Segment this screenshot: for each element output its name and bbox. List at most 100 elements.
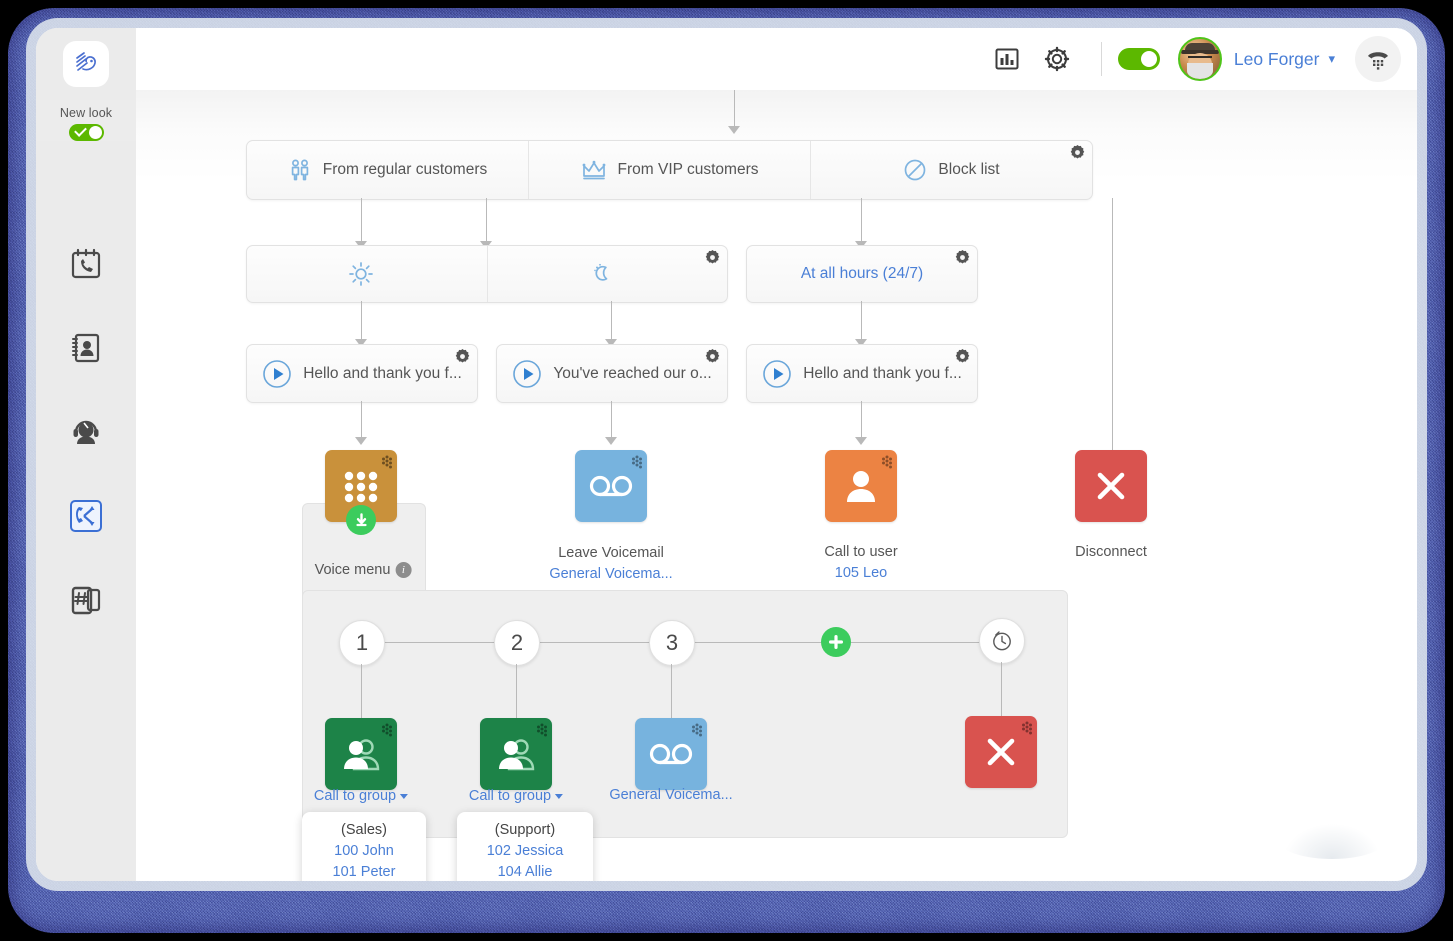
action-sub-call-to-user[interactable]: 105 Leo [835, 565, 887, 581]
routing-cell-vip[interactable]: From VIP customers [528, 141, 810, 199]
drag-dots-icon[interactable] [688, 723, 702, 737]
branch-label-3[interactable]: General Voicema... [609, 787, 732, 803]
gear-icon [455, 349, 470, 363]
drag-dots-icon[interactable] [628, 455, 642, 469]
availability-toggle[interactable] [1117, 48, 1160, 70]
sidebar-item-contacts[interactable] [63, 325, 109, 371]
routing-card-gear-icon[interactable] [1070, 145, 1085, 160]
plus-icon [829, 635, 843, 649]
chevron-down-icon[interactable] [400, 793, 409, 799]
bar-chart-icon [995, 48, 1019, 70]
greeting-gear-icon-2[interactable] [705, 349, 720, 364]
drag-dots-icon[interactable] [378, 723, 392, 737]
avatar-beard [1186, 63, 1213, 79]
routing-card[interactable]: From regular customers From VIP customer… [246, 140, 1093, 200]
zadarma-logo-icon [76, 52, 96, 71]
greeting-cell-3[interactable]: Hello and thank you f... [747, 345, 977, 402]
sidebar-item-agents[interactable] [63, 409, 109, 455]
schedule-card-allhours[interactable]: At all hours (24/7) [746, 245, 978, 303]
chevron-down-icon[interactable]: ▾ [1328, 51, 1335, 67]
voice-menu-key-1[interactable]: 1 [339, 620, 385, 666]
group-icon [499, 739, 535, 771]
routing-label-vip: From VIP customers [617, 161, 759, 178]
connector [361, 198, 362, 243]
topbar-divider [1100, 42, 1102, 76]
voice-menu-timeout-key[interactable] [979, 618, 1025, 664]
allhours-card-gear-icon[interactable] [955, 250, 970, 265]
branch-title-1: Call to group [313, 788, 397, 804]
sidebar-item-call-log[interactable] [63, 241, 109, 287]
action-sub-leave-voicemail[interactable]: General Voicema... [549, 566, 672, 582]
drag-dots-icon[interactable] [378, 455, 392, 469]
sidebar-item-phone-numbers[interactable] [63, 577, 109, 623]
tooltip-member-2-0[interactable]: 102 Jessica [475, 841, 575, 862]
branch-tile-1[interactable] [325, 718, 397, 790]
call-flow-icon [70, 500, 102, 532]
voice-menu-key-3[interactable]: 3 [649, 620, 695, 666]
no-entry-icon [905, 159, 926, 181]
branch-tile-2[interactable] [480, 718, 552, 790]
main-area: Leo Forger ▾ From regular customers From… [136, 28, 1417, 881]
x-icon [987, 738, 1015, 766]
avatar[interactable] [1177, 37, 1222, 81]
action-label-leave-voicemail: Leave Voicemail [558, 545, 664, 561]
clock-icon [993, 631, 1011, 651]
greeting-cell-1[interactable]: Hello and thank you f... [247, 345, 477, 402]
play-icon [263, 359, 292, 388]
branch-tile-timeout[interactable] [965, 716, 1037, 788]
greeting-cell-2[interactable]: You've reached our o... [497, 345, 727, 402]
greeting-label-3: Hello and thank you f... [803, 364, 962, 382]
tooltip-member-2-1[interactable]: 104 Allie [475, 862, 575, 881]
x-icon [1097, 472, 1125, 500]
voice-menu-key-2[interactable]: 2 [494, 620, 540, 666]
schedule-cell-day[interactable] [247, 246, 487, 302]
action-tile-disconnect[interactable] [1075, 450, 1147, 522]
branch-label-2[interactable]: Call to group [469, 788, 564, 804]
chevron-down-icon[interactable] [555, 793, 564, 799]
action-tile-voice-menu[interactable] [325, 450, 397, 535]
greeting-card-2[interactable]: You've reached our o... [496, 344, 728, 403]
stats-button[interactable] [985, 37, 1029, 81]
drag-dots-icon[interactable] [878, 455, 892, 469]
play-icon [763, 359, 792, 388]
tooltip-member-1-1[interactable]: 101 Peter [320, 862, 408, 881]
drag-dots-icon[interactable] [533, 723, 547, 737]
info-icon[interactable]: i [395, 562, 412, 579]
schedule-card-gear-icon[interactable] [705, 250, 720, 265]
greeting-gear-icon-1[interactable] [455, 349, 470, 364]
gear-icon [705, 349, 720, 363]
schedule-cell-night[interactable] [486, 246, 728, 302]
hash-phone-icon [71, 586, 101, 615]
greeting-gear-icon-3[interactable] [955, 349, 970, 364]
branch-tile-3[interactable] [635, 718, 707, 790]
call-flow-canvas: From regular customers From VIP customer… [136, 90, 1417, 881]
routing-cell-regular[interactable]: From regular customers [247, 141, 528, 199]
single-user-icon [847, 471, 875, 502]
branch-tooltip-2: (Support) 102 Jessica 104 Allie [457, 812, 593, 881]
branch-connector-3 [671, 664, 672, 720]
new-look-toggle[interactable] [68, 124, 104, 141]
gear-icon [955, 349, 970, 363]
greeting-card-3[interactable]: Hello and thank you f... [746, 344, 978, 403]
moon-icon [593, 263, 608, 281]
branch-label-1[interactable]: Call to group [313, 788, 409, 804]
action-tile-call-to-user[interactable] [825, 450, 897, 522]
drag-dots-icon[interactable] [1018, 721, 1032, 735]
dialpad-button[interactable] [1355, 36, 1401, 82]
schedule-cell-allhours[interactable]: At all hours (24/7) [747, 246, 977, 302]
sidebar-item-call-flow[interactable] [63, 493, 109, 539]
app-logo[interactable] [63, 41, 109, 87]
user-name[interactable]: Leo Forger [1234, 49, 1320, 70]
greeting-card-1[interactable]: Hello and thank you f... [246, 344, 478, 403]
toggle-knob [88, 126, 102, 139]
action-tile-leave-voicemail[interactable] [575, 450, 647, 522]
download-badge-icon[interactable] [346, 505, 376, 535]
sun-icon [349, 262, 374, 286]
voice-menu-add-key-button[interactable] [821, 627, 851, 657]
schedule-card-daynight[interactable] [246, 245, 728, 303]
gear-icon [1070, 145, 1085, 159]
tooltip-member-1-0[interactable]: 100 John [320, 841, 408, 862]
tooltip-group-2: (Support) [494, 822, 556, 838]
settings-button[interactable] [1035, 37, 1079, 81]
routing-cell-block-list[interactable]: Block list [810, 141, 1092, 199]
